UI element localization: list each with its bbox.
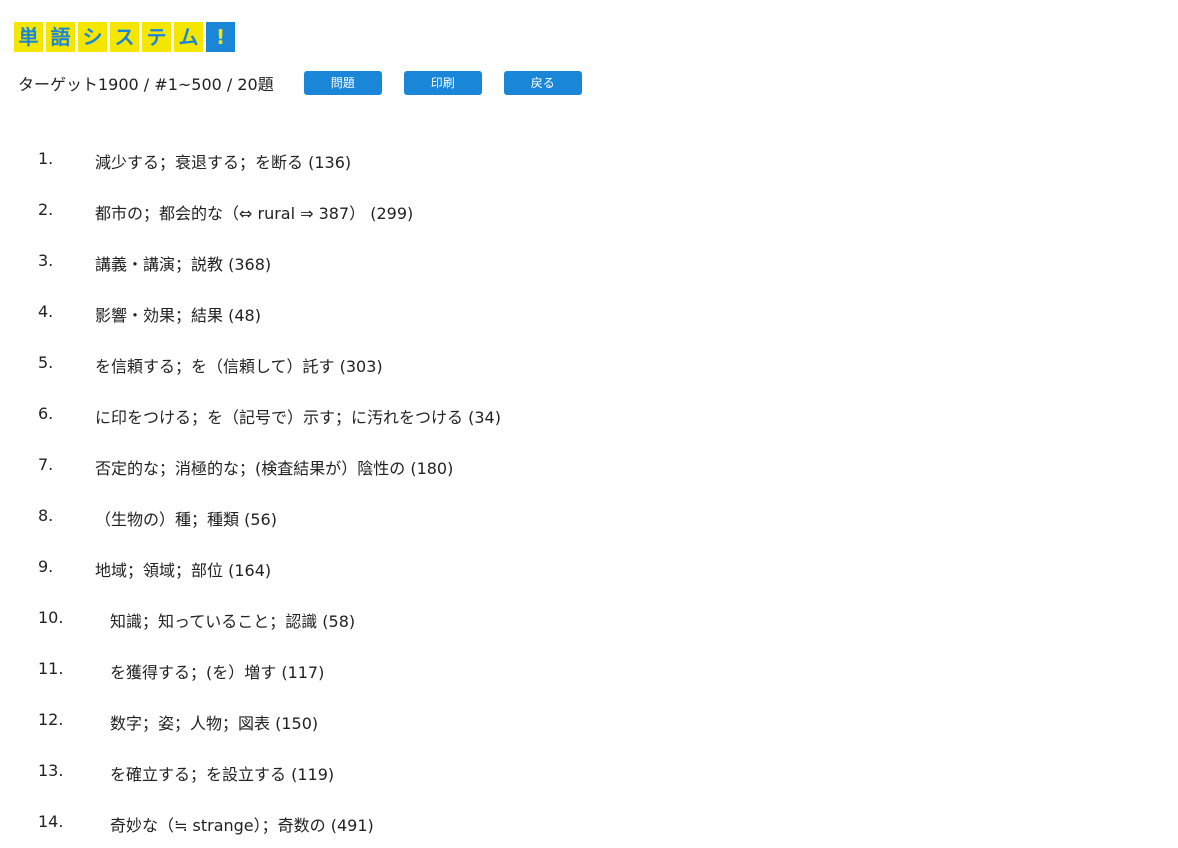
list-item: 3. 講義・講演；説教 (368) xyxy=(0,236,1178,287)
item-meaning: 地域；領域；部位 (164) xyxy=(95,561,272,580)
quiz-info: ターゲット1900 / #1~500 / 20題 xyxy=(18,75,274,94)
logo-char: 語 xyxy=(46,22,75,52)
list-item: 2. 都市の；都会的な（⇔ rural ⇒ 387） (299) xyxy=(0,185,1178,236)
item-meaning: を獲得する；(を）増す (117) xyxy=(110,663,325,682)
list-item: 11. を獲得する；(を）増す (117) xyxy=(0,644,1178,695)
list-item: 5. を信頼する；を（信頼して）託す (303) xyxy=(0,338,1178,389)
list-item: 10. 知識；知っていること；認識 (58) xyxy=(0,593,1178,644)
logo-char: シ xyxy=(78,22,107,52)
item-meaning: を信頼する；を（信頼して）託す (303) xyxy=(95,357,383,376)
list-item: 4. 影響・効果；結果 (48) xyxy=(0,287,1178,338)
item-meaning: 減少する；衰退する；を断る (136) xyxy=(95,153,352,172)
logo-exclamation: ! xyxy=(206,22,235,52)
item-number: 14. xyxy=(38,812,64,831)
item-number: 10. xyxy=(38,608,64,627)
question-button[interactable]: 問題 xyxy=(303,71,382,95)
item-meaning: 都市の；都会的な（⇔ rural ⇒ 387） (299) xyxy=(95,204,414,223)
item-number: 2. xyxy=(38,200,54,219)
item-number: 11. xyxy=(38,659,64,678)
item-meaning: に印をつける；を（記号で）示す；に汚れをつける (34) xyxy=(95,408,501,427)
list-item: 6. に印をつける；を（記号で）示す；に汚れをつける (34) xyxy=(0,389,1178,440)
quiz-toolbar: ターゲット1900 / #1~500 / 20題 問題 印刷 戻る xyxy=(18,70,604,96)
print-button[interactable]: 印刷 xyxy=(403,71,482,95)
list-item: 1. 減少する；衰退する；を断る (136) xyxy=(0,134,1178,185)
item-meaning: （生物の）種；種類 (56) xyxy=(95,510,277,529)
list-item: 14. 奇妙な（≒ strange）；奇数の (491) xyxy=(0,797,1178,848)
item-meaning: 影響・効果；結果 (48) xyxy=(95,306,261,325)
item-meaning: 奇妙な（≒ strange）；奇数の (491) xyxy=(110,816,374,835)
item-meaning: を確立する；を設立する (119) xyxy=(110,765,335,784)
item-number: 3. xyxy=(38,251,54,270)
item-number: 7. xyxy=(38,455,54,474)
logo-char: ス xyxy=(110,22,139,52)
item-number: 8. xyxy=(38,506,54,525)
word-list: 1. 減少する；衰退する；を断る (136) 2. 都市の；都会的な（⇔ rur… xyxy=(0,134,1178,848)
list-item: 7. 否定的な；消極的な；(検査結果が）陰性の (180) xyxy=(0,440,1178,491)
logo-char: ム xyxy=(174,22,203,52)
item-meaning: 否定的な；消極的な；(検査結果が）陰性の (180) xyxy=(95,459,454,478)
item-meaning: 数字；姿；人物；図表 (150) xyxy=(110,714,319,733)
item-number: 9. xyxy=(38,557,54,576)
logo-char: 単 xyxy=(14,22,43,52)
list-item: 12. 数字；姿；人物；図表 (150) xyxy=(0,695,1178,746)
item-number: 5. xyxy=(38,353,54,372)
item-number: 4. xyxy=(38,302,54,321)
item-number: 13. xyxy=(38,761,64,780)
item-meaning: 講義・講演；説教 (368) xyxy=(95,255,272,274)
list-item: 9. 地域；領域；部位 (164) xyxy=(0,542,1178,593)
item-number: 12. xyxy=(38,710,64,729)
item-number: 1. xyxy=(38,149,54,168)
list-item: 8. （生物の）種；種類 (56) xyxy=(0,491,1178,542)
item-number: 6. xyxy=(38,404,54,423)
logo-char: テ xyxy=(142,22,171,52)
item-meaning: 知識；知っていること；認識 (58) xyxy=(110,612,356,631)
site-logo: 単 語 シ ス テ ム ! xyxy=(14,22,235,52)
list-item: 13. を確立する；を設立する (119) xyxy=(0,746,1178,797)
back-button[interactable]: 戻る xyxy=(503,71,582,95)
